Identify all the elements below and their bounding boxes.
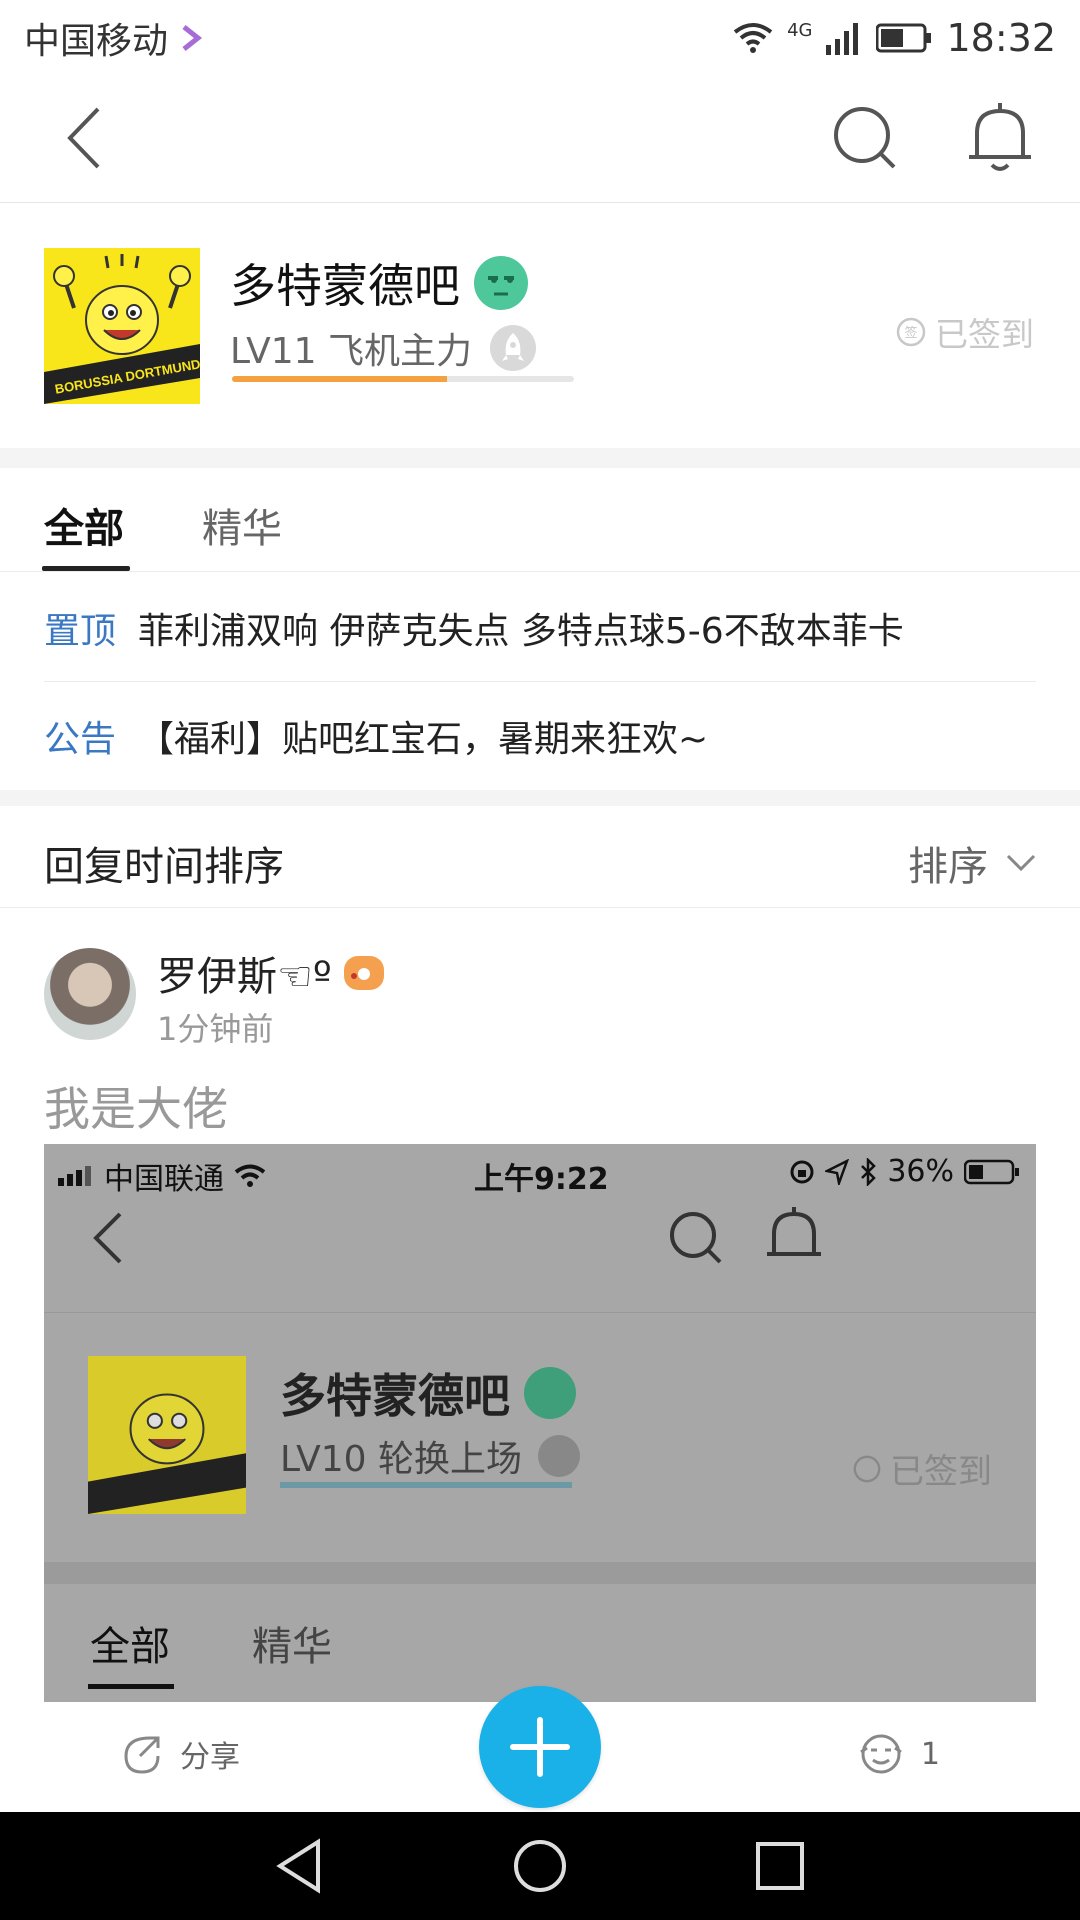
image-carrier: 中国联通 bbox=[104, 1162, 224, 1197]
like-count: 1 bbox=[920, 1736, 940, 1772]
sort-button[interactable]: 排序 bbox=[908, 834, 1036, 892]
avatar[interactable] bbox=[44, 948, 136, 1040]
username: 罗伊斯☜º bbox=[157, 954, 332, 1000]
carrier: 中国移动 bbox=[24, 12, 206, 64]
image-forum-logo bbox=[88, 1356, 246, 1514]
carrier-name: 中国移动 bbox=[24, 20, 169, 62]
post-title[interactable]: 我是大佬 bbox=[44, 1073, 228, 1139]
signed-label: 已签到 bbox=[935, 315, 1034, 354]
wifi-icon bbox=[733, 22, 773, 53]
image-emoji-icon bbox=[524, 1367, 576, 1419]
forum-header: BORUSSIA DORTMUND Emma 多特蒙德吧 LV11 飞机主力 签… bbox=[0, 204, 1080, 448]
image-bluetooth-icon bbox=[861, 1157, 877, 1186]
image-search-icon bbox=[670, 1212, 722, 1264]
share-icon bbox=[124, 1736, 160, 1774]
like-button[interactable]: 1 bbox=[857, 1732, 940, 1776]
forum-logo-image: BORUSSIA DORTMUND Emma bbox=[44, 248, 200, 404]
pinned-post[interactable]: 置顶 菲利浦双响 伊萨克失点 多特点球5-6不敌本菲卡 bbox=[44, 574, 1036, 682]
image-wifi-icon bbox=[234, 1164, 266, 1187]
forum-level: LV11 飞机主力 bbox=[230, 331, 472, 372]
post-time: 1分钟前 bbox=[157, 1010, 274, 1048]
image-level-row: LV10 轮换上场 bbox=[280, 1430, 580, 1482]
image-back-icon bbox=[93, 1212, 122, 1264]
image-signed-status: 已签到 bbox=[852, 1444, 992, 1493]
chevron-down-icon bbox=[1006, 854, 1036, 872]
app-indicator-icon bbox=[182, 24, 203, 51]
image-divider bbox=[44, 1312, 1036, 1313]
level-progress-fill bbox=[232, 376, 448, 382]
system-recents-icon[interactable] bbox=[750, 1836, 810, 1896]
image-tab-all: 全部 bbox=[90, 1624, 170, 1670]
post-author[interactable]: 罗伊斯☜º bbox=[157, 944, 384, 1002]
forum-logo[interactable]: BORUSSIA DORTMUND Emma bbox=[44, 248, 200, 404]
sort-title: 回复时间排序 bbox=[44, 844, 284, 890]
status-bar: 中国移动 4G 18:32 bbox=[0, 0, 1080, 75]
signed-status[interactable]: 签 已签到 bbox=[895, 308, 1034, 356]
system-back-icon[interactable] bbox=[270, 1836, 330, 1896]
image-battery-icon bbox=[964, 1159, 1019, 1184]
image-tab-indicator bbox=[88, 1684, 174, 1689]
image-forum-name-row: 多特蒙德吧 bbox=[280, 1360, 576, 1426]
announcement-post[interactable]: 公告 【福利】贴吧红宝石，暑期来狂欢~ bbox=[44, 682, 1036, 790]
image-status-bar: 中国联通 上午9:22 36% bbox=[44, 1144, 1036, 1198]
share-label: 分享 bbox=[180, 1740, 240, 1775]
forum-name: 多特蒙德吧 bbox=[230, 259, 460, 313]
announcement-text: 【福利】贴吧红宝石，暑期来狂欢~ bbox=[138, 719, 709, 760]
new-post-button[interactable] bbox=[479, 1686, 601, 1808]
image-signal-icon bbox=[58, 1166, 91, 1186]
forum-name-row: 多特蒙德吧 bbox=[230, 250, 528, 316]
bell-icon[interactable] bbox=[965, 99, 1035, 175]
sort-row: 回复时间排序 排序 bbox=[0, 806, 1080, 908]
pinned-tag: 置顶 bbox=[44, 610, 117, 652]
image-level-text: LV10 轮换上场 bbox=[280, 1439, 522, 1480]
image-forum-name: 多特蒙德吧 bbox=[280, 1369, 510, 1423]
like-icon bbox=[860, 1734, 902, 1774]
tab-featured[interactable]: 精华 bbox=[202, 496, 282, 554]
plus-icon bbox=[510, 1717, 570, 1777]
tab-all[interactable]: 全部 bbox=[44, 496, 124, 554]
image-level-bar bbox=[280, 1482, 572, 1488]
image-band bbox=[44, 1562, 1036, 1584]
image-battery-text: 36% bbox=[887, 1154, 954, 1189]
image-location-icon bbox=[825, 1158, 850, 1185]
sort-label: 排序 bbox=[908, 844, 988, 890]
level-row: LV11 飞机主力 bbox=[230, 322, 536, 374]
image-signed-label: 已签到 bbox=[890, 1452, 992, 1492]
top-nav bbox=[0, 75, 1080, 203]
clock: 18:32 bbox=[946, 15, 1056, 60]
section-divider bbox=[0, 448, 1080, 468]
system-navigation-bar bbox=[0, 1812, 1080, 1920]
image-time: 上午9:22 bbox=[474, 1162, 609, 1197]
system-home-icon[interactable] bbox=[510, 1836, 570, 1896]
rocket-icon bbox=[489, 325, 536, 371]
battery-icon bbox=[876, 23, 932, 52]
image-sign-icon bbox=[853, 1455, 881, 1482]
image-bell-icon bbox=[767, 1207, 821, 1256]
search-icon[interactable] bbox=[830, 103, 900, 173]
pinned-text: 菲利浦双响 伊萨克失点 多特点球5-6不敌本菲卡 bbox=[138, 610, 904, 652]
back-icon[interactable] bbox=[58, 103, 128, 173]
gamepad-icon bbox=[343, 956, 384, 990]
level-progress-bar bbox=[232, 376, 574, 382]
tab-active-indicator bbox=[42, 566, 130, 571]
announcement-tag: 公告 bbox=[44, 719, 117, 760]
forum-emoji-icon bbox=[474, 256, 528, 310]
post-image[interactable]: 中国联通 上午9:22 36% 多特蒙德吧 LV10 轮换上场 已签到 全部 精… bbox=[44, 1144, 1036, 1702]
tab-bar: 全部 精华 bbox=[0, 468, 1080, 572]
image-rocket-icon bbox=[537, 1435, 580, 1477]
image-tab-featured: 精华 bbox=[252, 1624, 332, 1670]
share-button[interactable]: 分享 bbox=[120, 1732, 240, 1776]
svg-text:签: 签 bbox=[904, 325, 917, 341]
sign-icon: 签 bbox=[896, 317, 926, 347]
image-lock-icon bbox=[790, 1160, 814, 1183]
section-divider bbox=[0, 790, 1080, 806]
signal-icon bbox=[826, 22, 859, 55]
network-type: 4G bbox=[787, 19, 813, 41]
